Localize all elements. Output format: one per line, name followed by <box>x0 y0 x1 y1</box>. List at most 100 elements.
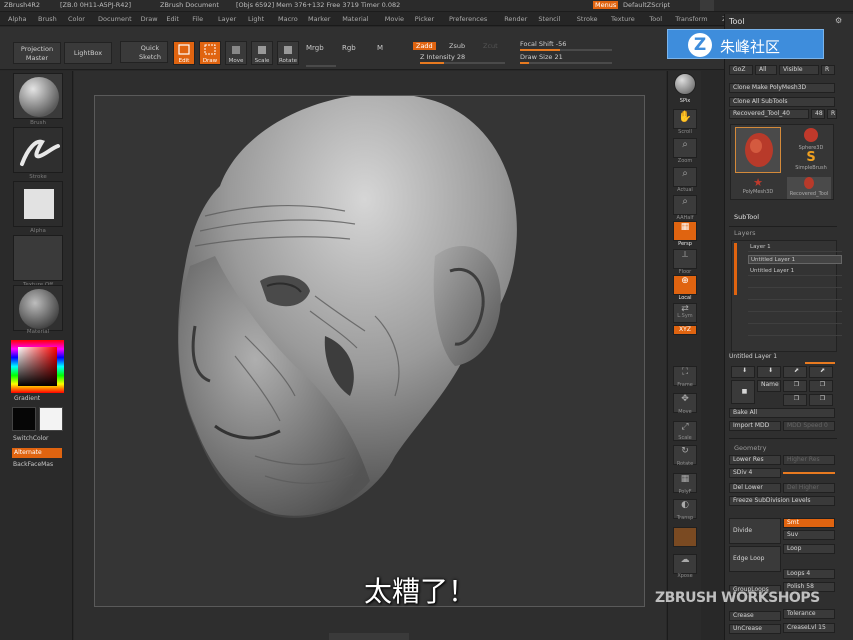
freeze-subdivision-button[interactable]: Freeze SubDivision Levels <box>729 496 835 506</box>
lightbox-button[interactable]: LightBox <box>64 42 112 64</box>
layer-row-empty[interactable] <box>748 291 842 300</box>
tool-r-button[interactable]: R <box>827 109 837 119</box>
menu-marker[interactable]: Marker <box>308 15 330 23</box>
zsub-toggle[interactable]: Zsub <box>449 42 465 50</box>
import-mdd-button[interactable]: Import MDD <box>729 421 781 431</box>
solo-button[interactable] <box>673 527 697 547</box>
layer-row[interactable]: Untitled Layer 1 <box>748 255 842 264</box>
mrgb-toggle[interactable]: Mrgb <box>306 44 324 52</box>
tool-thumb-recovered[interactable] <box>735 127 781 173</box>
higher-res-button[interactable]: Higher Res <box>783 455 835 465</box>
menu-document[interactable]: Document <box>98 15 132 23</box>
r-button[interactable]: R <box>821 65 835 75</box>
layer-row[interactable]: Layer 1 <box>748 243 842 252</box>
menu-draw[interactable]: Draw <box>141 15 158 23</box>
layer-copy-button[interactable]: ❐ <box>783 380 807 392</box>
del-lower-button[interactable]: Del Lower <box>729 483 781 493</box>
move-button[interactable]: Move <box>225 41 247 65</box>
menu-movie[interactable]: Movie <box>385 15 404 23</box>
actual-button[interactable]: ⌕ <box>673 167 697 187</box>
smt-toggle[interactable]: Smt <box>783 518 835 528</box>
edge-loop-button[interactable]: Edge Loop <box>729 546 781 572</box>
current-tool-name[interactable]: Recovered_Tool_40 <box>729 109 809 119</box>
tool-thumb-recovered-small[interactable]: Recovered_Tool <box>787 177 831 199</box>
layers-header[interactable]: Layers <box>734 229 756 237</box>
document-frame[interactable] <box>94 93 645 607</box>
menu-transform[interactable]: Transform <box>675 15 707 23</box>
layer-name-button[interactable]: Name <box>757 380 781 392</box>
zcut-toggle[interactable]: Zcut <box>483 42 498 50</box>
menu-color[interactable]: Color <box>68 15 85 23</box>
alpha-thumbnail[interactable] <box>13 181 63 227</box>
menu-alpha[interactable]: Alpha <box>8 15 26 23</box>
layer-copy-bottom-button[interactable]: ❐ <box>783 394 807 406</box>
secondary-color-swatch[interactable] <box>39 407 63 431</box>
scale-button[interactable]: Scale <box>251 41 273 65</box>
color-picker[interactable] <box>11 340 64 393</box>
layer-row-empty[interactable] <box>748 279 842 288</box>
layer-record-button[interactable]: ■ <box>731 380 755 404</box>
layer-row[interactable]: Untitled Layer 1 <box>748 267 842 276</box>
layer-up-alt-button[interactable]: ⬈ <box>809 366 833 378</box>
window-control[interactable] <box>700 0 714 11</box>
suv-toggle[interactable]: Suv <box>783 530 835 540</box>
menu-tool[interactable]: Tool <box>649 15 662 23</box>
edge-loop-option[interactable]: Loop <box>783 544 835 554</box>
menu-light[interactable]: Light <box>248 15 264 23</box>
layer-row-empty[interactable] <box>748 327 842 336</box>
layer-delete-button[interactable]: ❐ <box>809 394 833 406</box>
clone-make-polymesh-button[interactable]: Clone Make PolyMesh3D <box>729 83 835 93</box>
uncrease-button[interactable]: UnCrease <box>729 624 781 634</box>
layer-down-alt-button[interactable]: ⬇ <box>757 366 781 378</box>
geometry-header[interactable]: Geometry <box>734 444 766 452</box>
zadd-toggle[interactable]: Zadd <box>413 42 436 50</box>
menu-material[interactable]: Material <box>342 15 368 23</box>
draw-button[interactable]: Draw <box>199 41 221 65</box>
menu-brush[interactable]: Brush <box>38 15 57 23</box>
menu-file[interactable]: File <box>192 15 203 23</box>
m-toggle[interactable]: M <box>377 44 383 52</box>
menu-edit[interactable]: Edit <box>166 15 179 23</box>
clone-all-subtools-button[interactable]: Clone All SubTools <box>729 97 835 107</box>
draw-size-slider[interactable]: Draw Size 21 <box>520 53 612 64</box>
layers-scrollbar[interactable] <box>734 243 737 295</box>
local-button[interactable]: ⊕ <box>673 275 697 295</box>
persp-button[interactable]: ▦ <box>673 221 697 241</box>
visible-button[interactable]: Visible <box>779 65 819 75</box>
menu-stencil[interactable]: Stencil <box>538 15 560 23</box>
quick-sketch-button[interactable]: Quick Sketch <box>120 41 168 63</box>
layer-name-slider[interactable]: Untitled Layer 1 <box>729 353 777 360</box>
layer-up-button[interactable]: ⬈ <box>783 366 807 378</box>
spix-sphere-icon[interactable] <box>674 73 696 95</box>
main-color-swatch[interactable] <box>12 407 36 431</box>
crease-button[interactable]: Crease <box>729 611 781 621</box>
crease-lvl-slider[interactable]: CreaseLvl 15 <box>783 623 835 633</box>
tolerance-slider[interactable]: Tolerance <box>783 609 835 619</box>
backface-mask-label[interactable]: BackFaceMas <box>13 461 53 468</box>
canvas-scrollbar[interactable] <box>329 633 409 640</box>
layer-row-empty[interactable] <box>748 303 842 312</box>
del-higher-button[interactable]: Del Higher <box>783 483 835 493</box>
tool-thumb-sphere3d[interactable]: Sphere3D <box>793 127 829 151</box>
xpose-button[interactable]: ☁ <box>673 554 697 574</box>
gradient-label[interactable]: Gradient <box>14 395 40 402</box>
layer-row-empty[interactable] <box>748 315 842 324</box>
menu-picker[interactable]: Picker <box>415 15 434 23</box>
xyz-button[interactable]: XYZ <box>673 325 697 335</box>
menu-preferences[interactable]: Preferences <box>449 15 487 23</box>
menu-macro[interactable]: Macro <box>278 15 298 23</box>
brush-thumbnail[interactable] <box>13 73 63 119</box>
rgb-intensity-slider[interactable] <box>306 56 336 67</box>
material-thumbnail[interactable] <box>13 285 63 331</box>
scroll-button[interactable]: ✋ <box>673 109 697 129</box>
layer-down-button[interactable]: ⬇ <box>731 366 755 378</box>
subtool-header[interactable]: SubTool <box>734 213 759 221</box>
z-intensity-slider[interactable]: Z Intensity 28 <box>420 53 505 64</box>
focal-shift-slider[interactable]: Focal Shift -56 <box>520 40 612 51</box>
zoom-button[interactable]: ⌕ <box>673 138 697 158</box>
rotate-button[interactable]: Rotate <box>277 41 299 65</box>
goz-button[interactable]: GoZ <box>729 65 753 75</box>
projection-master-button[interactable]: Projection Master <box>13 42 61 64</box>
menu-render[interactable]: Render <box>504 15 527 23</box>
aahalf-button[interactable]: ⌕ <box>673 195 697 215</box>
